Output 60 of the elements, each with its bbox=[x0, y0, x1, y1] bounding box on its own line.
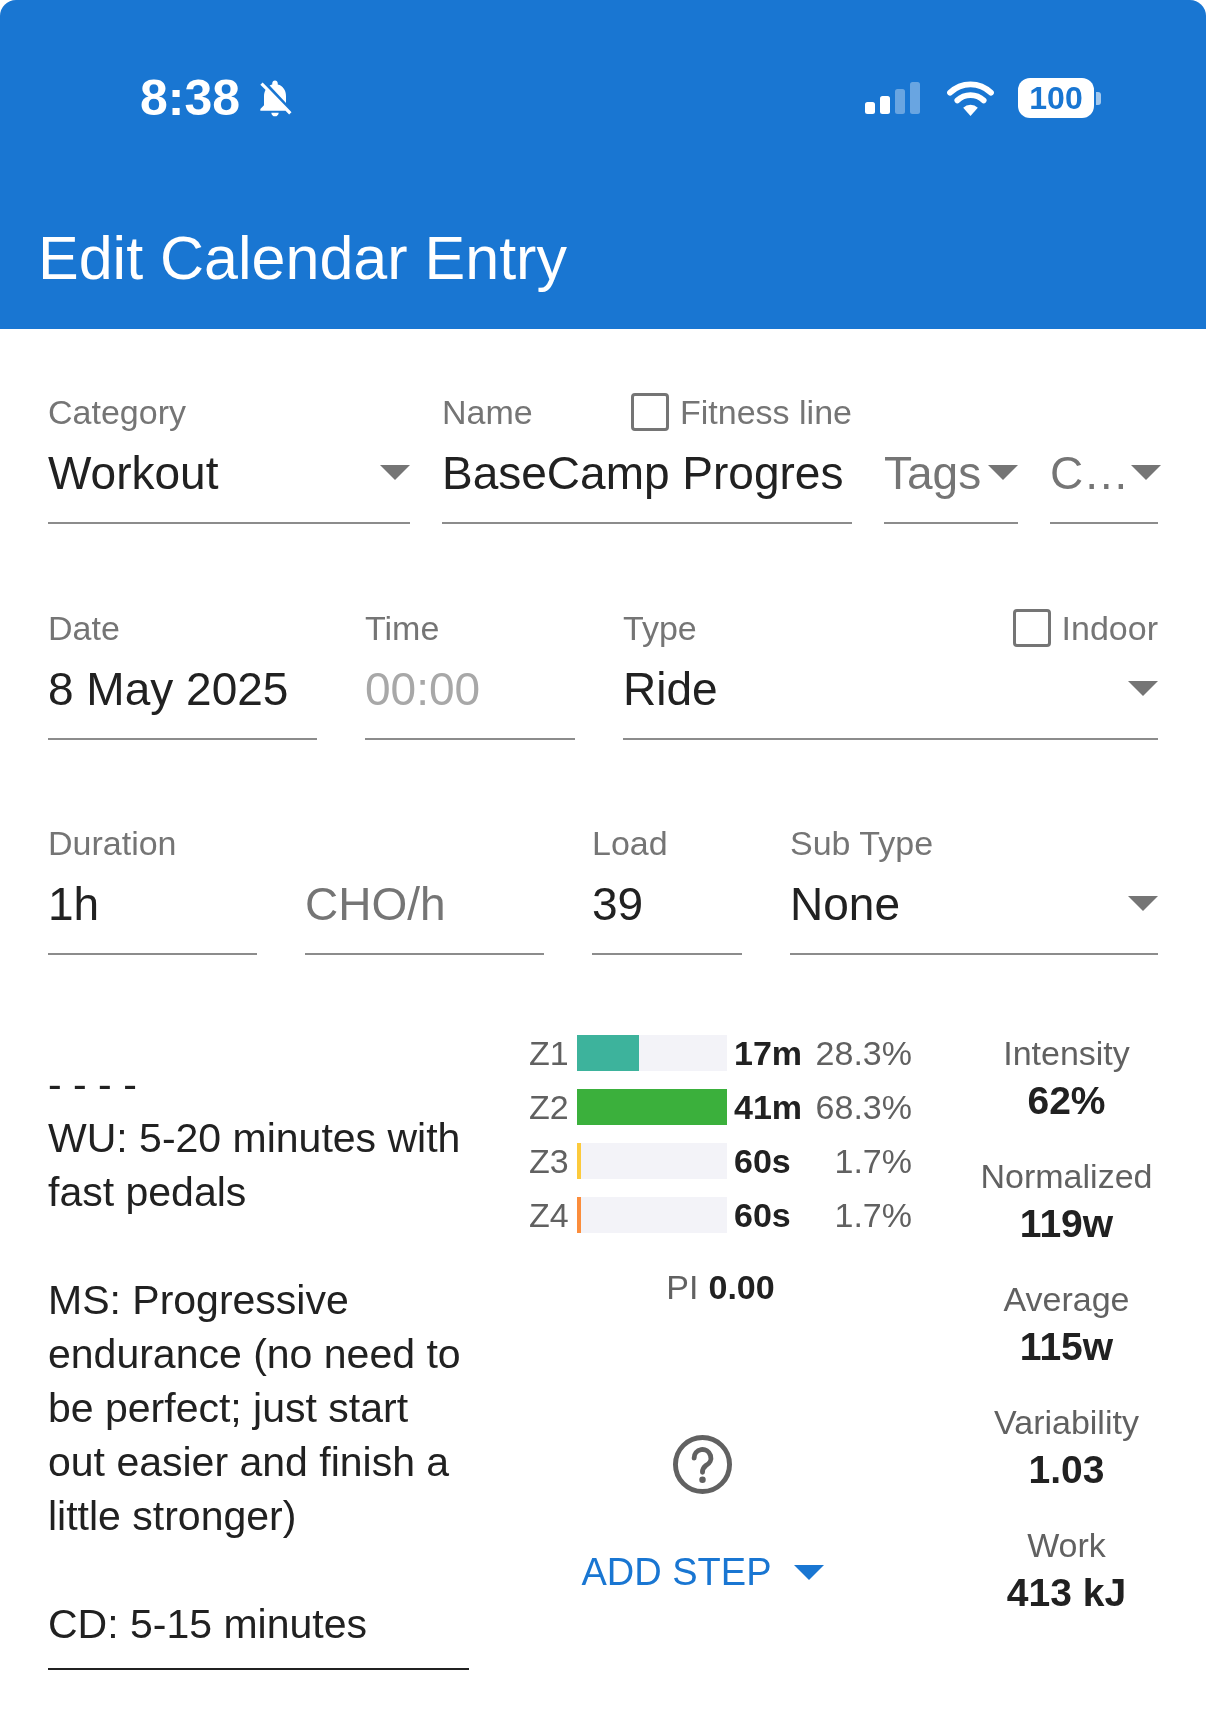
status-time: 8:38 bbox=[140, 70, 241, 126]
dropdown-field[interactable]: C… bbox=[1050, 445, 1158, 524]
fitness-line-label: Fitness line bbox=[680, 392, 852, 432]
time-label: Time bbox=[365, 608, 440, 648]
sub-type-label: Sub Type bbox=[790, 823, 934, 863]
stat-label: Work bbox=[1027, 1525, 1106, 1566]
zone-label: Z3 bbox=[529, 1141, 570, 1181]
load-field[interactable]: 39 bbox=[592, 876, 742, 955]
help-icon[interactable] bbox=[673, 1435, 732, 1494]
caret-icon bbox=[380, 465, 410, 480]
zone-percent: 1.7% bbox=[833, 1141, 912, 1181]
stat-label: Variability bbox=[994, 1402, 1139, 1443]
zone-percent: 68.3% bbox=[814, 1087, 912, 1127]
cho-field[interactable]: CHO/h bbox=[305, 876, 544, 955]
type-label: Type bbox=[623, 608, 697, 648]
load-label: Load bbox=[592, 823, 668, 863]
zone-label: Z1 bbox=[529, 1033, 570, 1073]
stat-value: 119w bbox=[1019, 1201, 1114, 1247]
caret-icon bbox=[793, 1564, 824, 1580]
zone-percent: 1.7% bbox=[833, 1195, 912, 1235]
zone-time: 60s bbox=[734, 1195, 792, 1235]
name-label: Name bbox=[442, 392, 533, 432]
signal-icon bbox=[865, 82, 922, 114]
caret-icon bbox=[1128, 681, 1158, 696]
wifi-icon bbox=[946, 79, 995, 117]
zone-time: 41m bbox=[734, 1087, 804, 1127]
duration-label: Duration bbox=[48, 823, 177, 863]
screen-title: Edit Calendar Entry bbox=[38, 223, 567, 294]
date-label: Date bbox=[48, 608, 120, 648]
fitness-line-checkbox[interactable] bbox=[631, 393, 670, 431]
stat-value: 413 kJ bbox=[1006, 1570, 1127, 1616]
stat-label: Normalized bbox=[980, 1156, 1153, 1197]
zone-percent: 28.3% bbox=[814, 1033, 912, 1073]
stat-label: Intensity bbox=[1003, 1033, 1130, 1074]
caret-icon bbox=[988, 465, 1018, 480]
zone-time: 17m bbox=[734, 1033, 804, 1073]
zone-time: 60s bbox=[734, 1141, 792, 1181]
caret-icon bbox=[1131, 465, 1162, 480]
stat-value: 115w bbox=[1019, 1324, 1114, 1370]
zone-label: Z4 bbox=[529, 1195, 570, 1235]
type-dropdown[interactable]: Ride bbox=[623, 661, 1158, 740]
indoor-checkbox[interactable] bbox=[1012, 609, 1051, 647]
tags-dropdown[interactable]: Tags bbox=[884, 445, 1018, 524]
category-dropdown[interactable]: Workout bbox=[48, 445, 410, 524]
stat-value: 1.03 bbox=[1028, 1447, 1105, 1493]
caret-icon bbox=[1128, 896, 1158, 911]
indoor-label: Indoor bbox=[1061, 608, 1158, 648]
date-field[interactable]: 8 May 2025 bbox=[48, 661, 317, 740]
pi-label: PI bbox=[666, 1267, 699, 1307]
duration-field[interactable]: 1h bbox=[48, 876, 257, 955]
sub-type-dropdown[interactable]: None bbox=[790, 876, 1158, 955]
description-field[interactable]: - - - - WU: 5-20 minutes with fast pedals MS: Progressive endurance (no need to be perfect; just start out easier and finish a little stronger) CD: 5-15 minutes bbox=[48, 1026, 469, 1670]
add-step-button[interactable]: ADD STEP bbox=[565, 1537, 840, 1607]
battery-indicator: 100 bbox=[1018, 78, 1101, 118]
stat-value: 62% bbox=[1027, 1078, 1106, 1124]
pi-value: 0.00 bbox=[708, 1267, 775, 1307]
name-field[interactable]: BaseCamp Progres bbox=[442, 445, 852, 524]
category-label: Category bbox=[48, 392, 186, 432]
stat-label: Average bbox=[1003, 1279, 1130, 1320]
zone-label: Z2 bbox=[529, 1087, 570, 1127]
